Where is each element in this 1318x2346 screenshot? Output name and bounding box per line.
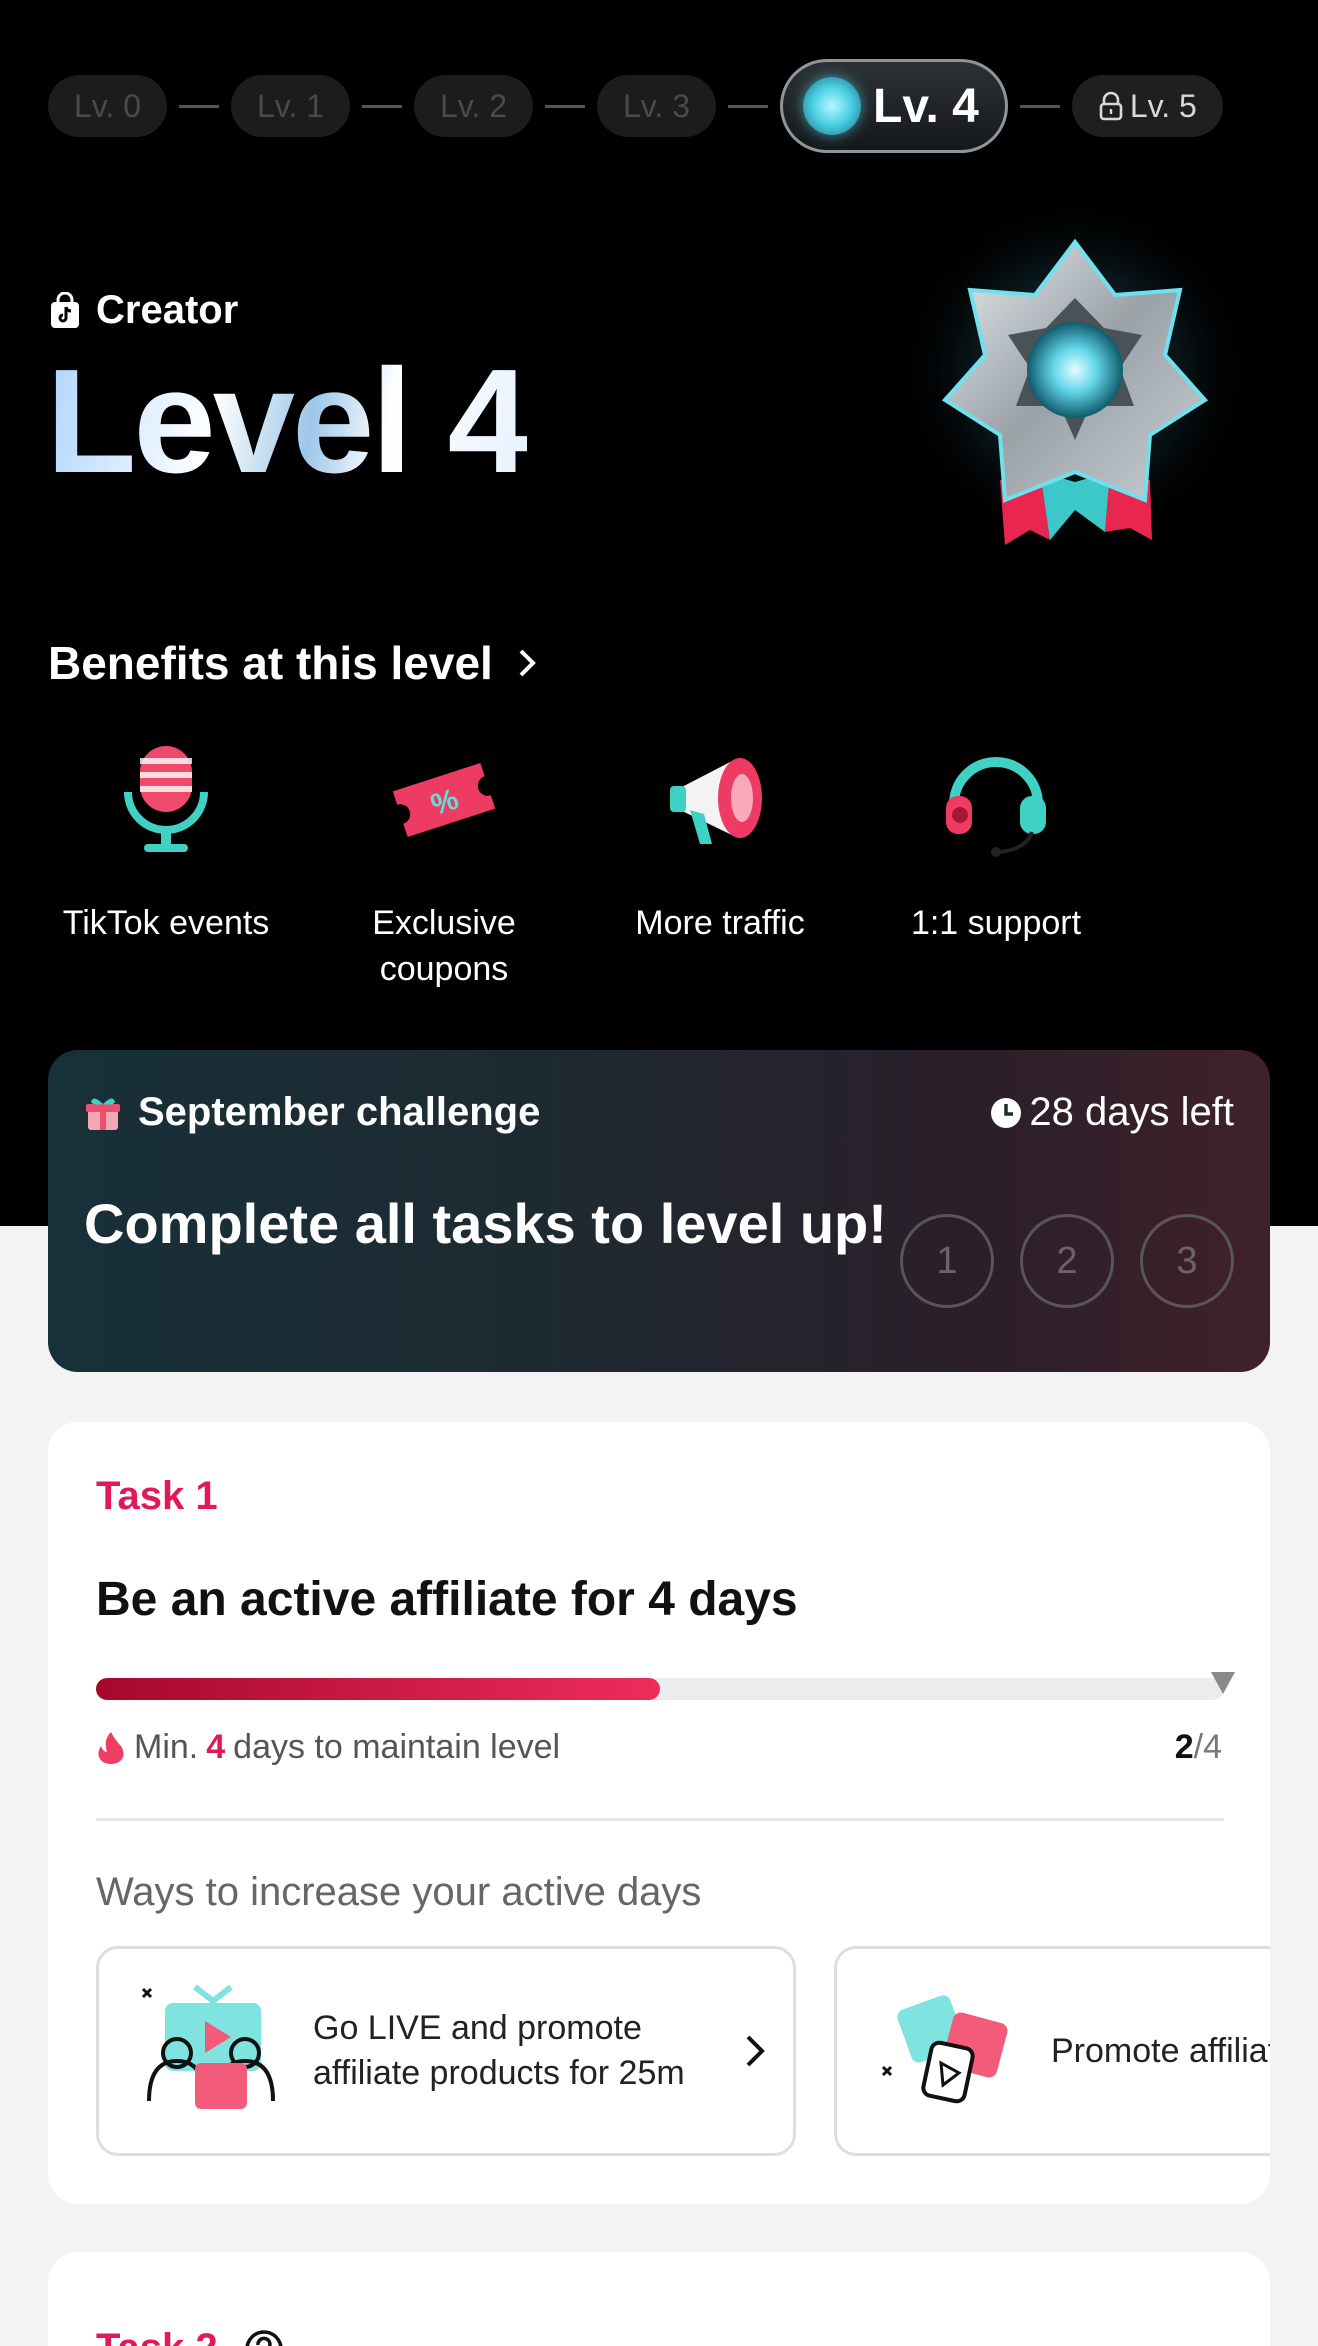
level-pill-2[interactable]: Lv. 2 [414,75,533,137]
level-pill-label: Lv. 0 [74,87,141,124]
help-icon[interactable] [244,2329,284,2346]
lock-icon [1099,91,1123,121]
level-title: Level 4 [46,339,530,504]
microphone-icon [124,746,208,852]
megaphone-icon [670,758,762,844]
stepper-connector [545,104,585,108]
task-progress-bar [96,1678,1224,1700]
benefit-item-more-traffic[interactable]: More traffic [600,740,840,946]
benefits-title: Benefits at this level [48,637,493,689]
challenge-title: September challenge [138,1090,541,1134]
level-pill-label: Lv. 3 [623,87,690,124]
level-pill-1[interactable]: Lv. 1 [231,75,350,137]
task-2-header: Task 2 [96,2326,284,2346]
challenge-step-3: 3 [1140,1214,1234,1308]
way-card-promote-video[interactable]: Promote affiliate products with a video … [834,1946,1270,2156]
benefit-label: 1:1 support [910,904,1082,942]
progress-total: /4 [1193,1728,1222,1766]
level-pill-4-current[interactable]: Lv. 4 [780,59,1008,153]
stepper-connector [362,104,402,108]
progress-current: 2 [1174,1728,1194,1766]
coupon-icon: % [392,762,496,838]
task-title: Be an active affiliate for 4 days [96,1573,798,1626]
task-1-card: Task 1 Be an active affiliate for 4 days… [48,1422,1270,2204]
task-label: Task 1 [96,1474,218,1518]
stepper-connector [1019,104,1060,108]
level-medal-icon [895,210,1255,570]
benefit-label: Exclusive coupons [372,904,516,988]
challenge-card[interactable]: September challenge 28 days left Complet… [48,1050,1270,1372]
creator-badge: Creator [48,288,238,333]
target-marker-icon [1211,1672,1235,1694]
level-pill-label: Lv. 5 [1129,87,1197,124]
stepper-connector [728,104,768,108]
benefit-label: More traffic [635,904,805,942]
way-text: Promote affiliate products with a video … [1051,2031,1270,2070]
time-left-label: 28 days left [1029,1090,1234,1134]
video-promotion-illustration-icon [881,1995,1008,2104]
challenge-time-left: 28 days left [989,1090,1234,1135]
challenge-headline: Complete all tasks to level up! [84,1192,887,1255]
chevron-right-icon [519,649,536,677]
task-progress-fill [96,1678,660,1700]
ways-title: Ways to increase your active days [96,1870,702,1914]
headset-icon [946,757,1046,857]
way-card-go-live[interactable]: Go LIVE and promote affiliate products f… [96,1946,796,2156]
benefits-header[interactable]: Benefits at this level [48,636,539,690]
challenge-steps: 1 2 3 [900,1214,1234,1308]
way-text: Go LIVE and promote affiliate products f… [313,2009,685,2092]
min-prefix: Min. [134,1728,199,1766]
benefit-item-support[interactable]: 1:1 support [876,740,1116,946]
tiktok-shop-bag-icon [51,291,79,328]
benefit-item-tiktok-events[interactable]: TikTok events [46,740,286,946]
level-stepper: Lv. 0 Lv. 1 Lv. 2 Lv. 3 Lv. 4 Lv. 5 [48,58,1268,154]
progress-count: 2/4 [1175,1728,1222,1767]
task-label: Task 2 [96,2326,218,2346]
minimum-requirement: Min. 4 days to maintain level [96,1728,560,1767]
creator-label: Creator [96,288,239,332]
min-suffix: days to maintain level [233,1728,561,1766]
benefit-label: TikTok events [62,904,270,942]
challenge-step-2: 2 [1020,1214,1114,1308]
fire-icon [98,1731,124,1764]
live-stream-illustration-icon [141,1984,275,2109]
gift-icon [86,1097,120,1130]
stepper-connector [179,104,219,108]
hero-section: Lv. 0 Lv. 1 Lv. 2 Lv. 3 Lv. 4 Lv. 5 Crea… [0,0,1318,1226]
level-pill-label: Lv. 2 [440,87,507,124]
level-pill-0[interactable]: Lv. 0 [48,75,167,137]
clock-icon [991,1097,1022,1128]
level-pill-label: Lv. 4 [873,79,979,133]
task-2-card: Task 2 [48,2252,1270,2346]
level-pill-3[interactable]: Lv. 3 [597,75,716,137]
level-gem-icon [803,77,861,135]
chevron-right-icon [746,2035,765,2067]
level-pill-5-locked[interactable]: Lv. 5 [1071,75,1223,137]
min-number: 4 [206,1728,226,1766]
challenge-step-1: 1 [900,1214,994,1308]
benefit-item-exclusive-coupons[interactable]: % Exclusive coupons [324,740,564,992]
challenge-header: September challenge [84,1090,540,1135]
divider [96,1818,1224,1821]
level-pill-label: Lv. 1 [257,87,324,124]
